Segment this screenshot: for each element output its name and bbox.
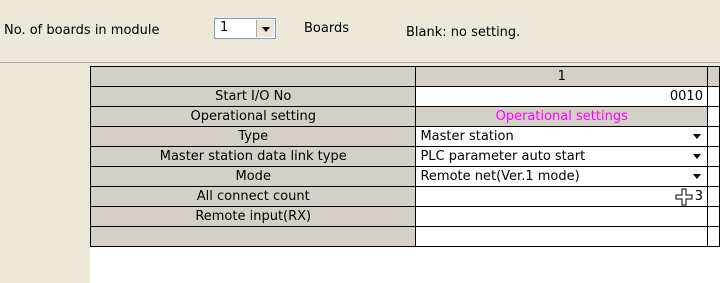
operational-settings-button[interactable]: Operational settings [415,106,708,127]
row-filler [706,146,720,167]
data-link-dropdown-button[interactable] [689,148,705,164]
mode-dropdown-button[interactable] [689,168,705,184]
table-row: Remote input(RX) [90,206,720,227]
module-settings-bar: No. of boards in module 1 Boards Blank: … [0,0,720,60]
table-row: Start I/O No 0010 [90,86,720,107]
data-link-type-select[interactable]: PLC parameter auto start [415,146,708,167]
row-filler [706,106,720,127]
table-row: Master station data link type PLC parame… [90,146,720,167]
row-label-all-connect-count: All connect count [90,186,417,207]
table-row: Mode Remote net(Ver.1 mode) [90,166,720,187]
row-filler [706,206,720,227]
all-connect-count-value[interactable]: 3 [415,186,708,207]
row-label-data-link-type: Master station data link type [90,146,417,167]
move-cursor-icon [675,188,693,206]
grid-header-row: 1 [90,66,720,87]
mode-select[interactable]: Remote net(Ver.1 mode) [415,166,708,187]
row-label-next [90,226,417,247]
row-filler [706,86,720,107]
type-dropdown-button[interactable] [689,128,705,144]
chevron-down-icon [261,26,270,32]
row-filler [706,226,720,247]
grid-corner-cell [90,66,417,87]
row-filler [706,126,720,147]
type-select[interactable]: Master station [415,126,708,147]
divider [0,62,720,63]
type-value: Master station [420,128,514,144]
boards-count-value: 1 [220,20,229,35]
table-row: All connect count 3 [90,186,720,207]
boards-count-select[interactable]: 1 [214,18,276,39]
next-row-value[interactable] [415,226,708,247]
mode-value: Remote net(Ver.1 mode) [420,168,580,184]
grid-header-filler [706,66,720,87]
row-label-start-io: Start I/O No [90,86,417,107]
table-row: Operational setting Operational settings [90,106,720,127]
row-label-type: Type [90,126,417,147]
blank-note-label: Blank: no setting. [406,25,521,40]
chevron-down-icon [692,174,701,179]
all-connect-count-text: 3 [694,188,703,204]
row-label-mode: Mode [90,166,417,187]
table-row [90,226,720,247]
table-row: Type Master station [90,126,720,147]
row-label-remote-input: Remote input(RX) [90,206,417,227]
boards-dropdown-button[interactable] [256,20,274,37]
row-filler [706,186,720,207]
remote-input-value[interactable] [415,206,708,227]
network-parameter-grid: 1 Start I/O No 0010 Operational setting … [90,66,720,283]
data-link-type-value: PLC parameter auto start [420,148,586,164]
chevron-down-icon [692,154,701,159]
row-label-operational-setting: Operational setting [90,106,417,127]
boards-count-label: No. of boards in module [4,23,160,38]
chevron-down-icon [692,134,701,139]
column-header-1: 1 [415,66,708,87]
boards-unit-label: Boards [304,21,349,36]
start-io-value[interactable]: 0010 [415,86,708,107]
row-filler [706,166,720,187]
